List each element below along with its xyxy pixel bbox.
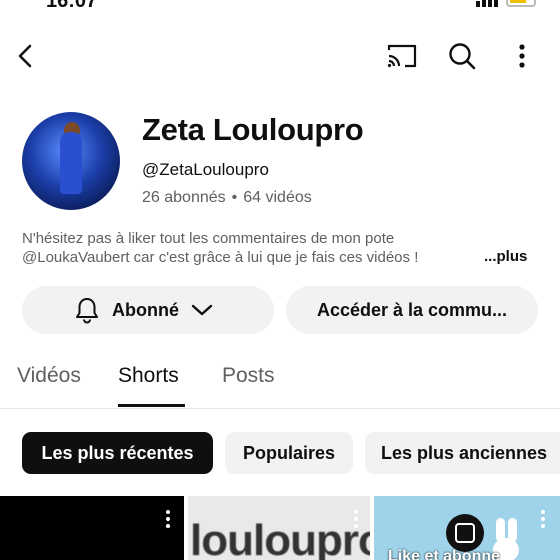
signal-icon (476, 0, 498, 7)
channel-stats: 26 abonnés • 64 vidéos (142, 189, 312, 207)
channel-handle: @ZetaLouloupro (142, 160, 269, 179)
description-line-1: N'hésitez pas à liker tout les commentai… (22, 230, 395, 247)
more-vertical-icon[interactable] (165, 510, 171, 528)
channel-avatar[interactable] (22, 112, 120, 210)
active-tab-indicator (118, 404, 185, 407)
channel-name: Zeta Louloupro (142, 112, 364, 147)
short-thumbnail[interactable]: louloupro (188, 496, 370, 560)
thumbnail-text: Like et abonne (388, 548, 501, 560)
status-bar: 16:07 (0, 0, 560, 12)
subscriber-count: 26 abonnés (142, 189, 226, 206)
thumbnail-text: louloupro (190, 516, 370, 560)
cast-icon (387, 44, 417, 68)
filter-chip-oldest[interactable]: Les plus anciennes (365, 432, 560, 474)
channel-tabs: Vidéos Shorts Posts (0, 356, 560, 409)
stats-separator: • (231, 189, 238, 206)
search-icon (449, 43, 476, 70)
status-icons (476, 0, 536, 7)
description-more-link[interactable]: ...plus (482, 248, 528, 265)
cast-button[interactable] (382, 36, 422, 76)
community-button[interactable]: Accéder à la commu... (286, 286, 538, 334)
search-button[interactable] (442, 36, 482, 76)
community-label: Accéder à la commu... (316, 299, 508, 320)
bell-icon (74, 296, 100, 324)
description-line-2: @LoukaVaubert car c'est grâce à lui que … (22, 249, 419, 266)
chevron-left-icon (18, 44, 32, 68)
more-vertical-icon[interactable] (540, 510, 546, 528)
channel-description[interactable]: N'hésitez pas à liker tout les commentai… (22, 229, 512, 267)
subscribed-label: Abonné (112, 299, 179, 320)
chevron-down-icon (191, 303, 213, 317)
short-thumbnail[interactable] (0, 496, 184, 560)
filter-chip-recent[interactable]: Les plus récentes (22, 432, 213, 474)
tab-videos[interactable]: Vidéos (17, 364, 81, 388)
short-thumbnail[interactable]: Like et abonne (374, 496, 560, 560)
top-app-bar (0, 32, 560, 82)
back-button[interactable] (6, 36, 46, 76)
camera-badge-icon (446, 514, 484, 552)
battery-icon (506, 0, 536, 7)
more-vertical-icon (519, 44, 525, 68)
more-options-button[interactable] (502, 36, 542, 76)
more-vertical-icon[interactable] (353, 510, 359, 528)
video-count: 64 vidéos (243, 189, 312, 206)
tab-posts[interactable]: Posts (222, 364, 275, 388)
shorts-grid: louloupro Like et abonne (0, 496, 560, 560)
avatar-figure (60, 132, 82, 194)
filter-chip-popular[interactable]: Populaires (225, 432, 353, 474)
tab-shorts[interactable]: Shorts (118, 364, 179, 388)
subscribed-button[interactable]: Abonné (22, 286, 274, 334)
status-time: 16:07 (46, 0, 98, 12)
